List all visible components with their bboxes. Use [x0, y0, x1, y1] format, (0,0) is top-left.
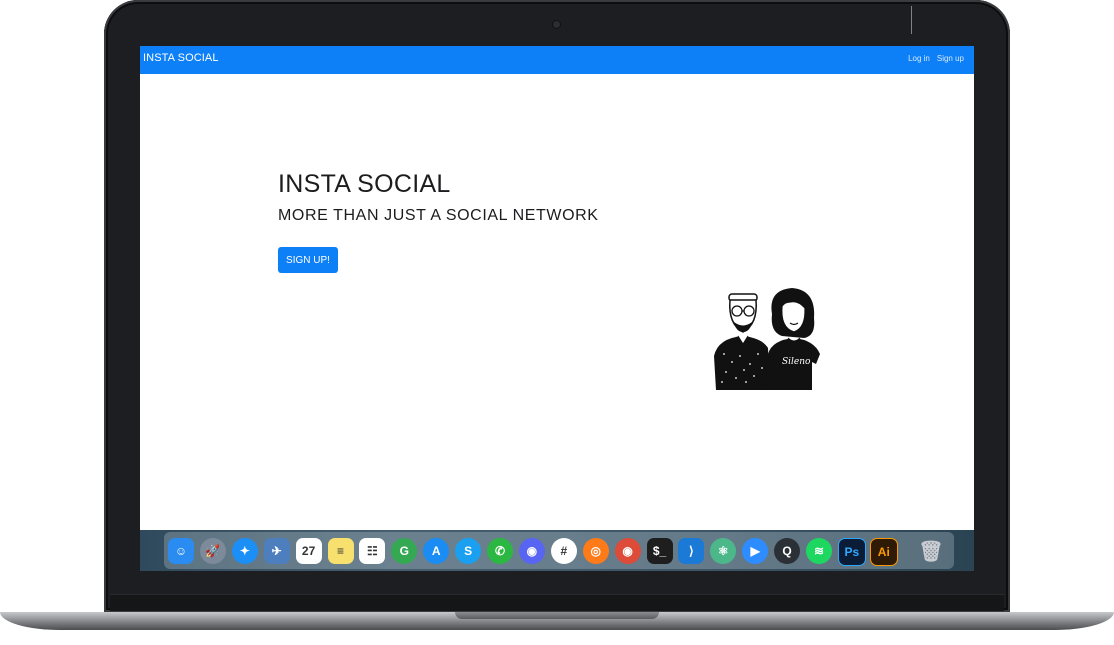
people-illustration: Sileno	[714, 288, 820, 390]
spotify-icon[interactable]: ≋	[806, 538, 832, 564]
webcam-icon	[553, 21, 560, 28]
hero-subtitle: MORE THAN JUST A SOCIAL NETWORK	[278, 207, 599, 224]
whatsapp-icon[interactable]: ✆	[487, 538, 513, 564]
preview-icon[interactable]: ✈	[263, 538, 290, 564]
screen: INSTA SOCIAL Log in Sign up INSTA SOCIAL…	[140, 46, 974, 571]
dock-divider	[911, 6, 912, 34]
login-link[interactable]: Log in	[908, 54, 930, 63]
photoshop-icon[interactable]: Ps	[837, 538, 866, 566]
woman-figure: Sileno	[766, 288, 820, 390]
calendar-icon[interactable]: 27	[295, 538, 322, 564]
hero-title: INSTA SOCIAL	[278, 170, 451, 198]
discord-icon[interactable]: ◉	[518, 538, 545, 564]
safari-icon[interactable]: ✦	[231, 538, 258, 564]
firefox-icon[interactable]: ◎	[582, 538, 609, 564]
laptop-bezel-bottom	[110, 594, 1004, 611]
skype-icon[interactable]: S	[455, 538, 482, 564]
signup-button[interactable]: SIGN UP!	[278, 247, 338, 273]
reminders-icon[interactable]: ☷	[359, 538, 386, 564]
laptop-notch	[455, 612, 659, 619]
trash-icon[interactable]: 🗑	[918, 538, 944, 564]
illustration-tshirt-text: Sileno	[782, 357, 811, 367]
nav-links: Log in Sign up	[908, 54, 964, 63]
notes-icon[interactable]: ≡	[327, 538, 354, 564]
chrome-icon[interactable]: ◉	[614, 538, 641, 564]
illustrator-icon[interactable]: Ai	[869, 538, 898, 566]
app-store-icon[interactable]: A	[423, 538, 450, 564]
slack-icon[interactable]: #	[550, 538, 577, 564]
navbar: INSTA SOCIAL Log in Sign up	[140, 46, 974, 74]
signup-link[interactable]: Sign up	[937, 54, 964, 63]
launchpad-icon[interactable]: 🚀	[199, 538, 226, 564]
quicktime-icon[interactable]: Q	[774, 538, 801, 564]
navbar-brand[interactable]: INSTA SOCIAL	[143, 52, 219, 64]
zoom-icon[interactable]: ▶	[742, 538, 769, 564]
finder-icon[interactable]: ☺	[168, 538, 194, 564]
man-figure	[714, 293, 770, 390]
vscode-icon[interactable]: ⟩	[678, 538, 705, 564]
terminal-icon[interactable]: $_	[646, 538, 673, 564]
